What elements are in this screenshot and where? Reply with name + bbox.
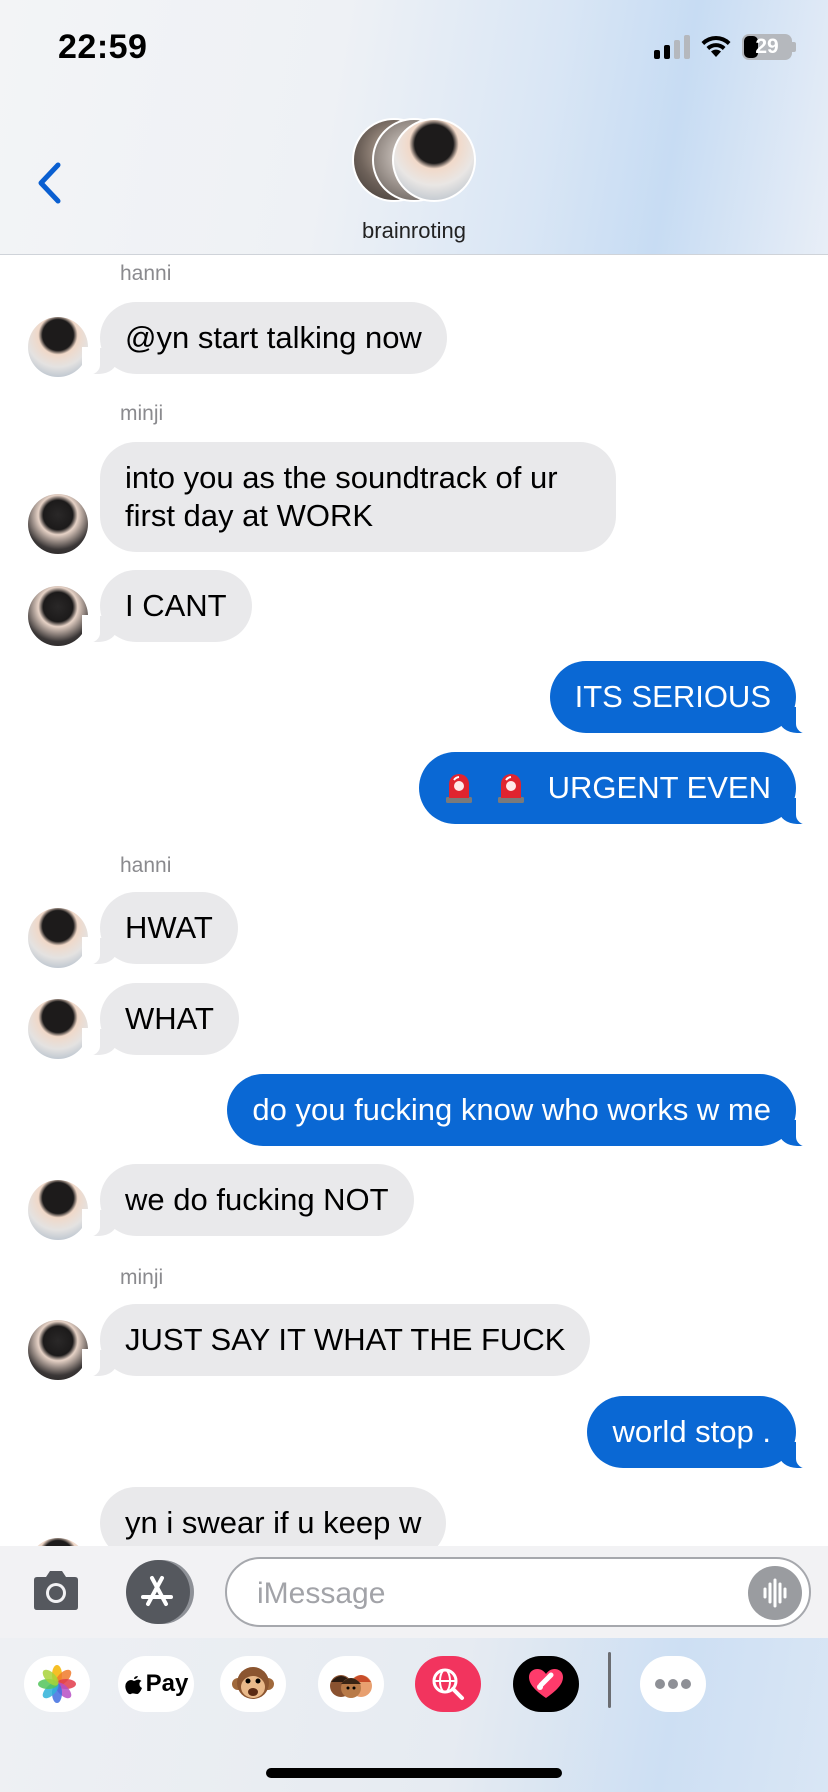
sender-name: hanni bbox=[120, 854, 172, 877]
photos-app-button[interactable] bbox=[24, 1656, 90, 1712]
message-bubble[interactable]: JUST SAY IT WHAT THE FUCK bbox=[81, 1304, 591, 1377]
camera-icon[interactable] bbox=[30, 1566, 82, 1616]
app-store-button[interactable] bbox=[126, 1560, 190, 1624]
avatar[interactable] bbox=[28, 586, 88, 646]
message-input[interactable]: iMessage bbox=[225, 1557, 811, 1627]
apple-pay-label: Pay bbox=[145, 1670, 189, 1697]
message-bubble[interactable]: WHAT bbox=[82, 983, 239, 1056]
message-bubble[interactable]: yn i swear if u keep w bbox=[100, 1487, 447, 1546]
audio-message-button[interactable] bbox=[748, 1566, 802, 1620]
compose-bar: iMessage bbox=[0, 1546, 828, 1638]
message-bubble[interactable]: world stop . bbox=[587, 1396, 814, 1469]
animoji-app-button[interactable] bbox=[220, 1656, 286, 1712]
more-apps-button[interactable] bbox=[640, 1656, 706, 1712]
message-text: world stop . bbox=[612, 1414, 771, 1449]
police-light-emoji-icon bbox=[445, 774, 472, 803]
message-text: JUST SAY IT WHAT THE FUCK bbox=[125, 1322, 566, 1357]
message-bubble[interactable]: I CANT bbox=[82, 570, 252, 643]
digital-touch-app-button[interactable] bbox=[513, 1656, 579, 1712]
message-input-placeholder: iMessage bbox=[257, 1577, 386, 1610]
image-search-app-button[interactable] bbox=[415, 1656, 481, 1712]
message-text: yn i swear if u keep w bbox=[125, 1505, 422, 1540]
conversation-header: 22:59 29 brainroting bbox=[0, 0, 828, 255]
message-text: first day at WORK bbox=[125, 498, 374, 533]
message-text: URGENT EVEN bbox=[547, 770, 771, 805]
memoji-stickers-icon bbox=[330, 1675, 372, 1698]
avatar[interactable] bbox=[28, 908, 88, 968]
status-indicators: 29 bbox=[654, 34, 796, 60]
message-bubble[interactable]: HWAT bbox=[82, 892, 238, 965]
apple-logo-icon bbox=[124, 1676, 142, 1695]
sender-name: minji bbox=[120, 402, 164, 425]
globe-search-icon bbox=[432, 1668, 464, 1700]
avatar[interactable] bbox=[28, 999, 88, 1059]
message-list[interactable]: hanni @yn start talking now minji into y… bbox=[0, 256, 828, 1546]
message-bubble[interactable]: @yn start talking now bbox=[82, 302, 447, 375]
home-indicator[interactable] bbox=[266, 1768, 562, 1778]
message-text: we do fucking NOT bbox=[125, 1182, 389, 1217]
photos-icon bbox=[38, 1665, 76, 1703]
avatar[interactable] bbox=[28, 1320, 88, 1380]
message-bubble[interactable]: into you as the soundtrack of ur first d… bbox=[100, 442, 616, 552]
avatar[interactable] bbox=[28, 494, 88, 554]
app-store-icon bbox=[141, 1576, 173, 1606]
battery-icon: 29 bbox=[742, 34, 796, 60]
wifi-icon bbox=[701, 35, 731, 57]
message-text: do you fucking know who works w me bbox=[252, 1092, 771, 1127]
member-avatar bbox=[392, 118, 476, 202]
message-bubble[interactable]: do you fucking know who works w me bbox=[227, 1074, 814, 1147]
cellular-signal-icon bbox=[654, 35, 690, 59]
back-chevron-icon[interactable] bbox=[32, 160, 72, 206]
message-text: into you as the soundtrack of ur bbox=[125, 460, 558, 495]
message-bubble[interactable]: URGENT EVEN bbox=[418, 752, 815, 825]
avatar[interactable] bbox=[28, 317, 88, 377]
battery-level: 29 bbox=[755, 35, 779, 58]
app-drawer: Pay bbox=[0, 1638, 828, 1792]
sender-name: minji bbox=[120, 1266, 164, 1289]
message-text: HWAT bbox=[125, 910, 213, 945]
heart-touch-icon bbox=[529, 1669, 563, 1698]
group-name[interactable]: brainroting bbox=[0, 218, 828, 244]
group-avatar[interactable] bbox=[352, 118, 478, 204]
status-time: 22:59 bbox=[58, 28, 148, 66]
message-text: @yn start talking now bbox=[125, 320, 422, 355]
memoji-app-button[interactable] bbox=[318, 1656, 384, 1712]
avatar[interactable] bbox=[28, 1180, 88, 1240]
monkey-animoji-icon bbox=[232, 1667, 274, 1699]
app-drawer-divider bbox=[608, 1652, 611, 1708]
avatar[interactable] bbox=[28, 1538, 88, 1546]
message-text: WHAT bbox=[125, 1001, 214, 1036]
message-text: ITS SERIOUS bbox=[574, 679, 771, 714]
message-bubble[interactable]: ITS SERIOUS bbox=[549, 661, 815, 734]
waveform-icon bbox=[763, 1578, 787, 1608]
message-text: I CANT bbox=[125, 588, 227, 623]
message-bubble[interactable]: we do fucking NOT bbox=[82, 1164, 414, 1237]
ellipsis-icon bbox=[655, 1679, 691, 1689]
apple-pay-app-button[interactable]: Pay bbox=[118, 1656, 194, 1712]
sender-name: hanni bbox=[120, 262, 172, 285]
police-light-emoji-icon bbox=[497, 774, 524, 803]
